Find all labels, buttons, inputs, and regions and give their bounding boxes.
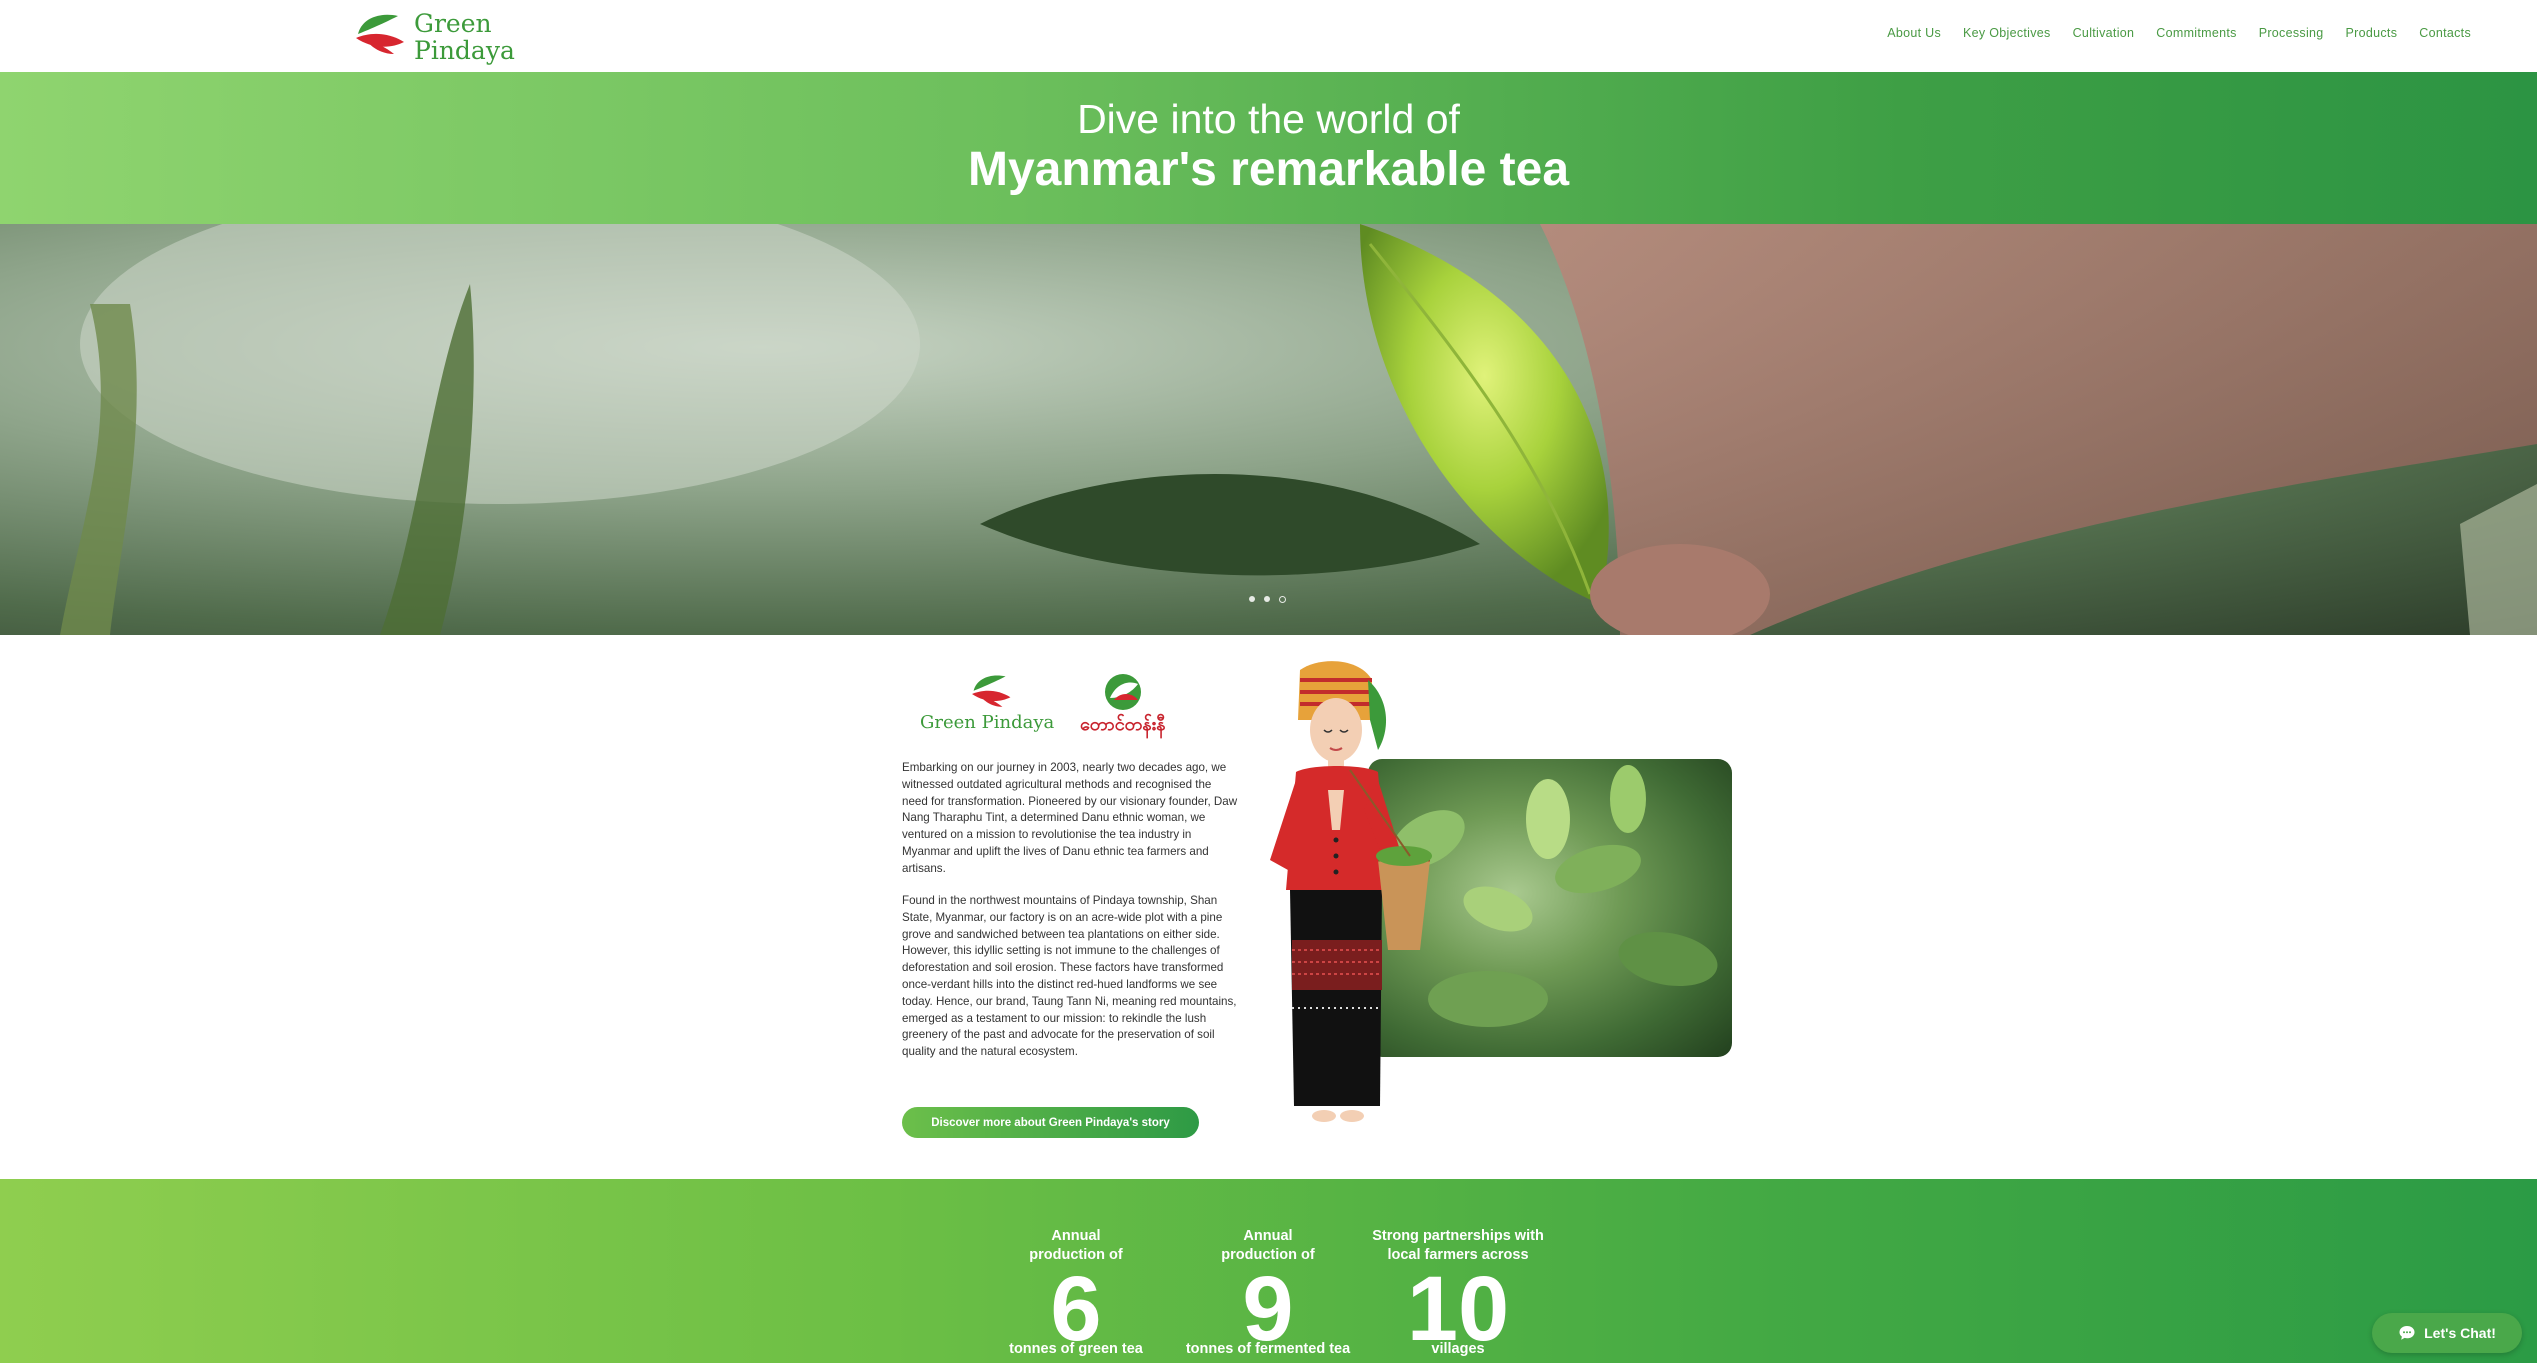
stats-band: Annual production of 6 tonnes of green t… xyxy=(0,1179,2537,1363)
slide-dot-3[interactable] xyxy=(1279,596,1286,603)
hero-title-line1: Dive into the world of xyxy=(1077,96,1460,142)
nav-products[interactable]: Products xyxy=(2346,26,2398,40)
nav-key-objectives[interactable]: Key Objectives xyxy=(1963,26,2051,40)
site-header: Green Pindaya About Us Key Objectives Cu… xyxy=(0,0,2537,72)
brand-name: Green Pindaya xyxy=(414,10,515,64)
leaf-logo-icon xyxy=(356,14,404,54)
nav-commitments[interactable]: Commitments xyxy=(2156,26,2236,40)
brand-name-line1: Green xyxy=(414,9,492,38)
brand-logo[interactable]: Green Pindaya xyxy=(352,8,522,66)
nav-processing[interactable]: Processing xyxy=(2259,26,2324,40)
hero-banner: Dive into the world of Myanmar's remarka… xyxy=(0,72,2537,224)
lets-chat-button[interactable]: Let's Chat! xyxy=(2372,1313,2522,1353)
hero-slideshow-image xyxy=(0,224,2537,635)
hero-title-line2: Myanmar's remarkable tea xyxy=(967,143,1570,196)
danu-woman-illustration xyxy=(1260,660,1460,1140)
taung-tann-ni-logo-text: တောင်တန်းနီ xyxy=(1080,714,1166,734)
stat-label-line1: Annual xyxy=(1243,1228,1293,1244)
nav-about-us[interactable]: About Us xyxy=(1887,26,1941,40)
danu-woman-icon xyxy=(1270,661,1432,1122)
brand-name-line2: Pindaya xyxy=(414,36,515,65)
chat-bubble-icon xyxy=(2399,1326,2415,1340)
intro-logos: Green Pindaya တောင်တန်းနီ xyxy=(902,670,1182,750)
main-nav: About Us Key Objectives Cultivation Comm… xyxy=(1887,26,2471,40)
intro-paragraph-1: Embarking on our journey in 2003, nearly… xyxy=(902,761,1238,875)
intro-paragraph-2: Found in the northwest mountains of Pind… xyxy=(902,894,1237,1059)
stat-unit: tonnes of fermented tea xyxy=(1185,1341,1351,1357)
chat-label: Let's Chat! xyxy=(2424,1325,2496,1341)
green-pindaya-logo-text: Green Pindaya xyxy=(920,712,1055,733)
green-pindaya-logo-icon xyxy=(972,675,1011,707)
taung-tann-ni-logo-icon xyxy=(1105,674,1141,710)
discover-story-button[interactable]: Discover more about Green Pindaya's stor… xyxy=(902,1107,1199,1138)
nav-contacts[interactable]: Contacts xyxy=(2419,26,2471,40)
tea-leaf-closeup-image xyxy=(60,224,2537,635)
stat-label-line1: Strong partnerships with xyxy=(1372,1228,1544,1244)
stat-label-line1: Annual xyxy=(1051,1228,1101,1244)
stat-unit: villages xyxy=(1431,1341,1485,1357)
slide-dot-1[interactable] xyxy=(1249,596,1255,602)
nav-cultivation[interactable]: Cultivation xyxy=(2073,26,2135,40)
slideshow-dots xyxy=(1249,596,1286,603)
slide-dot-2[interactable] xyxy=(1264,596,1270,602)
stat-unit: tonnes of green tea xyxy=(1009,1341,1143,1357)
